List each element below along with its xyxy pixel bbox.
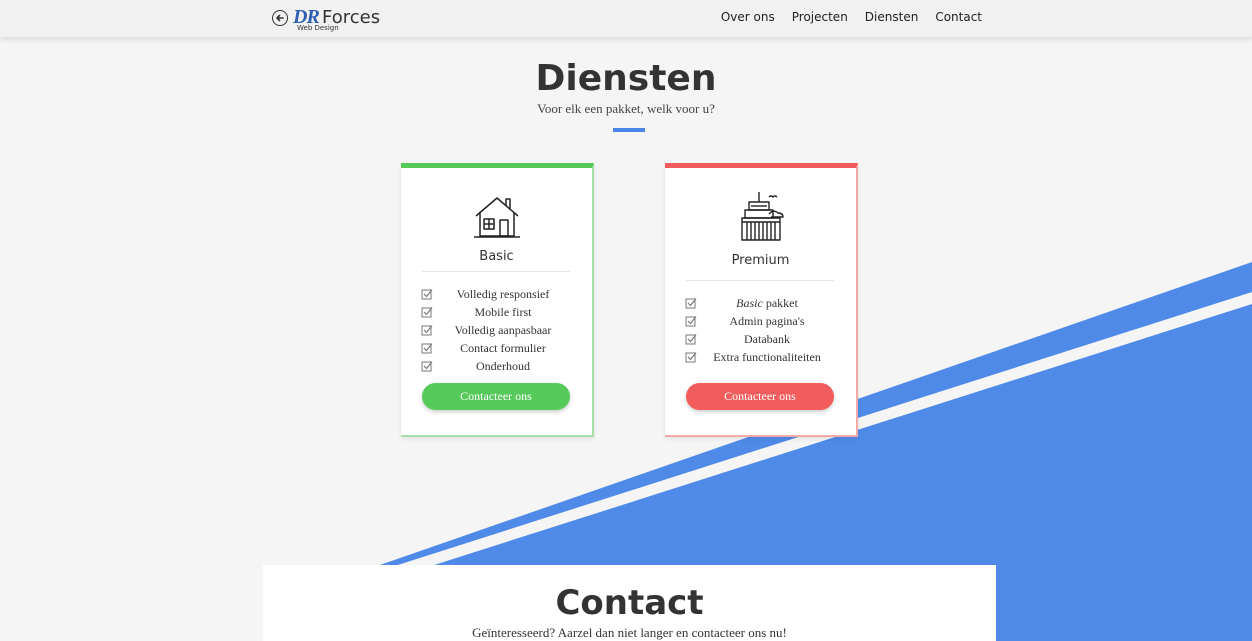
feature-label-emphasis: Basic	[736, 295, 763, 310]
checkbox-icon	[421, 361, 433, 372]
package-card-premium: Premium Basic pakket Admin pagina's Data…	[665, 163, 858, 437]
checkbox-icon	[421, 325, 433, 336]
feature-item: Onderhoud	[421, 357, 573, 375]
title-underline	[613, 128, 645, 132]
feature-label: Contact formulier	[460, 340, 546, 355]
checkbox-icon	[421, 307, 433, 318]
logo[interactable]: DR Forces Web Design	[293, 5, 383, 33]
back-icon[interactable]	[272, 10, 288, 26]
package-card-basic: Basic Volledig responsief Mobile first V…	[401, 163, 594, 437]
house-icon	[473, 197, 520, 238]
nav-link-over-ons[interactable]: Over ons	[721, 10, 775, 24]
feature-label: Admin pagina's	[729, 313, 805, 328]
card-divider	[686, 280, 834, 281]
contact-button-premium[interactable]: Contacteer ons	[686, 383, 834, 410]
checkbox-icon	[685, 316, 697, 327]
checkbox-icon	[685, 298, 697, 309]
checkbox-icon	[421, 289, 433, 300]
section-subtitle-diensten: Voor elk een pakket, welk voor u?	[537, 101, 715, 116]
section-title-diensten: Diensten	[535, 58, 717, 99]
logo-subtitle: Web Design	[297, 24, 339, 32]
feature-item: Admin pagina's	[685, 312, 837, 330]
feature-item: Basic pakket	[685, 294, 837, 312]
nav-link-diensten[interactable]: Diensten	[865, 10, 919, 24]
feature-item: Extra functionaliteiten	[685, 348, 837, 366]
checkbox-icon	[421, 343, 433, 354]
city-buildings-icon	[740, 192, 784, 241]
feature-label: Volledig responsief	[456, 286, 550, 301]
feature-label: Databank	[744, 331, 790, 346]
feature-label-rest: pakket	[762, 295, 798, 310]
section-subtitle-contact: Geïnteresseerd? Aarzel dan niet langer e…	[472, 625, 787, 640]
feature-item: Contact formulier	[421, 339, 573, 357]
package-name: Premium	[731, 253, 790, 268]
feature-label: Mobile first	[474, 304, 532, 319]
feature-label: Onderhoud	[476, 358, 530, 373]
feature-item: Databank	[685, 330, 837, 348]
section-title-contact: Contact	[555, 583, 704, 623]
navbar: DR Forces Web Design Over ons Projecten …	[0, 0, 1252, 37]
contact-button-basic[interactable]: Contacteer ons	[422, 383, 570, 410]
feature-label: Volledig aanpasbaar	[454, 322, 552, 337]
checkbox-icon	[685, 352, 697, 363]
checkbox-icon	[685, 334, 697, 345]
feature-list: Volledig responsief Mobile first Volledi…	[421, 285, 573, 375]
nav-link-projecten[interactable]: Projecten	[792, 10, 848, 24]
card-divider	[422, 271, 570, 272]
feature-label: Extra functionaliteiten	[713, 349, 821, 364]
nav-links: Over ons Projecten Diensten Contact	[721, 10, 982, 24]
contact-section: Contact Geïnteresseerd? Aarzel dan niet …	[263, 565, 996, 641]
nav-link-contact[interactable]: Contact	[935, 10, 982, 24]
feature-item: Mobile first	[421, 303, 573, 321]
feature-label: Basic pakket	[697, 296, 837, 311]
feature-list: Basic pakket Admin pagina's Databank Ext…	[685, 294, 837, 366]
package-name: Basic	[479, 249, 514, 264]
feature-item: Volledig responsief	[421, 285, 573, 303]
feature-item: Volledig aanpasbaar	[421, 321, 573, 339]
